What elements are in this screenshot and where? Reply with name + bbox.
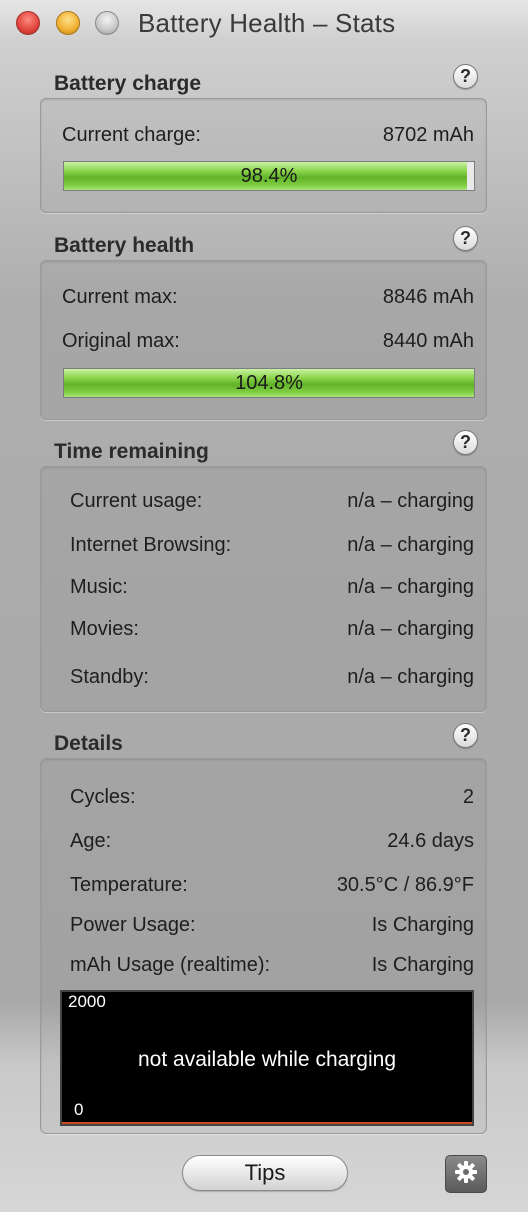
mah-usage-graph: 2000 not available while charging 0 [60,990,474,1126]
charge-percent-text: 98.4% [240,165,298,187]
original-max-label: Original max: [62,330,180,352]
zoom-window-button[interactable] [95,11,119,35]
health-progress-bar: 104.8% [63,368,475,398]
details-row: Age: 24.6 days [41,830,486,860]
current-max-value: 8846 mAh [382,286,474,308]
details-row-label: mAh Usage (realtime): [70,954,271,976]
details-row-value: 2 [462,786,474,808]
time-row-value: n/a – charging [347,618,474,640]
close-window-button[interactable] [16,11,40,35]
current-charge-value: 8702 mAh [382,124,474,146]
graph-y-min-label: 0 [74,1100,84,1119]
details-heading: Details [54,732,123,755]
title-bar: Battery Health – Stats [0,0,528,46]
tips-button[interactable]: Tips [182,1155,348,1191]
details-row-value: Is Charging [371,954,474,976]
battery-health-heading: Battery health [54,234,195,257]
details-row-value: Is Charging [371,914,474,936]
time-row-label: Current usage: [70,490,203,512]
time-remaining-panel: Current usage: n/a – charging Internet B… [40,466,487,712]
time-row-value: n/a – charging [347,576,474,598]
details-row-label: Age: [70,830,112,852]
details-row-value: 30.5°C / 86.9°F [336,874,474,896]
battery-charge-heading: Battery charge [54,72,202,95]
graph-baseline [62,1122,472,1124]
time-row: Standby: n/a – charging [41,666,486,696]
time-row-label: Standby: [70,666,149,688]
time-row: Current usage: n/a – charging [41,490,486,520]
details-help-button[interactable]: ? [453,723,478,748]
time-row: Movies: n/a – charging [41,618,486,648]
original-max-value: 8440 mAh [382,330,474,352]
details-row: Cycles: 2 [41,786,486,816]
current-max-row: Current max: 8846 mAh [41,286,486,316]
details-row: Power Usage: Is Charging [41,914,486,944]
current-charge-row: Current charge: 8702 mAh [41,124,486,154]
time-row-label: Music: [70,576,128,598]
time-row-value: n/a – charging [347,666,474,688]
time-remaining-heading: Time remaining [54,440,209,463]
details-row-value: 24.6 days [387,830,474,852]
time-row-value: n/a – charging [347,490,474,512]
current-charge-label: Current charge: [62,124,201,146]
battery-charge-panel: Current charge: 8702 mAh 98.4% [40,98,487,213]
health-percent-text: 104.8% [235,372,303,394]
battery-health-window: Battery Health – Stats Battery charge ? … [0,0,528,1212]
original-max-row: Original max: 8440 mAh [41,330,486,360]
minimize-window-button[interactable] [56,11,80,35]
battery-charge-help-button[interactable]: ? [453,64,478,89]
gear-icon [454,1160,478,1189]
settings-button[interactable] [445,1155,487,1193]
time-row-value: n/a – charging [347,534,474,556]
details-row-label: Temperature: [70,874,188,896]
time-remaining-help-button[interactable]: ? [453,430,478,455]
time-row-label: Internet Browsing: [70,534,232,556]
graph-y-max-label: 2000 [68,992,106,1011]
time-row: Internet Browsing: n/a – charging [41,534,486,564]
time-row: Music: n/a – charging [41,576,486,606]
details-row-label: Power Usage: [70,914,196,936]
battery-health-panel: Current max: 8846 mAh Original max: 8440… [40,260,487,420]
battery-health-help-button[interactable]: ? [453,226,478,251]
details-row: mAh Usage (realtime): Is Charging [41,954,486,984]
graph-unavailable-message: not available while charging [138,1048,396,1071]
current-max-label: Current max: [62,286,178,308]
details-row-label: Cycles: [70,786,136,808]
charge-progress-bar: 98.4% [63,161,475,191]
time-row-label: Movies: [70,618,139,640]
window-title: Battery Health – Stats [138,8,396,38]
details-row: Temperature: 30.5°C / 86.9°F [41,874,486,904]
